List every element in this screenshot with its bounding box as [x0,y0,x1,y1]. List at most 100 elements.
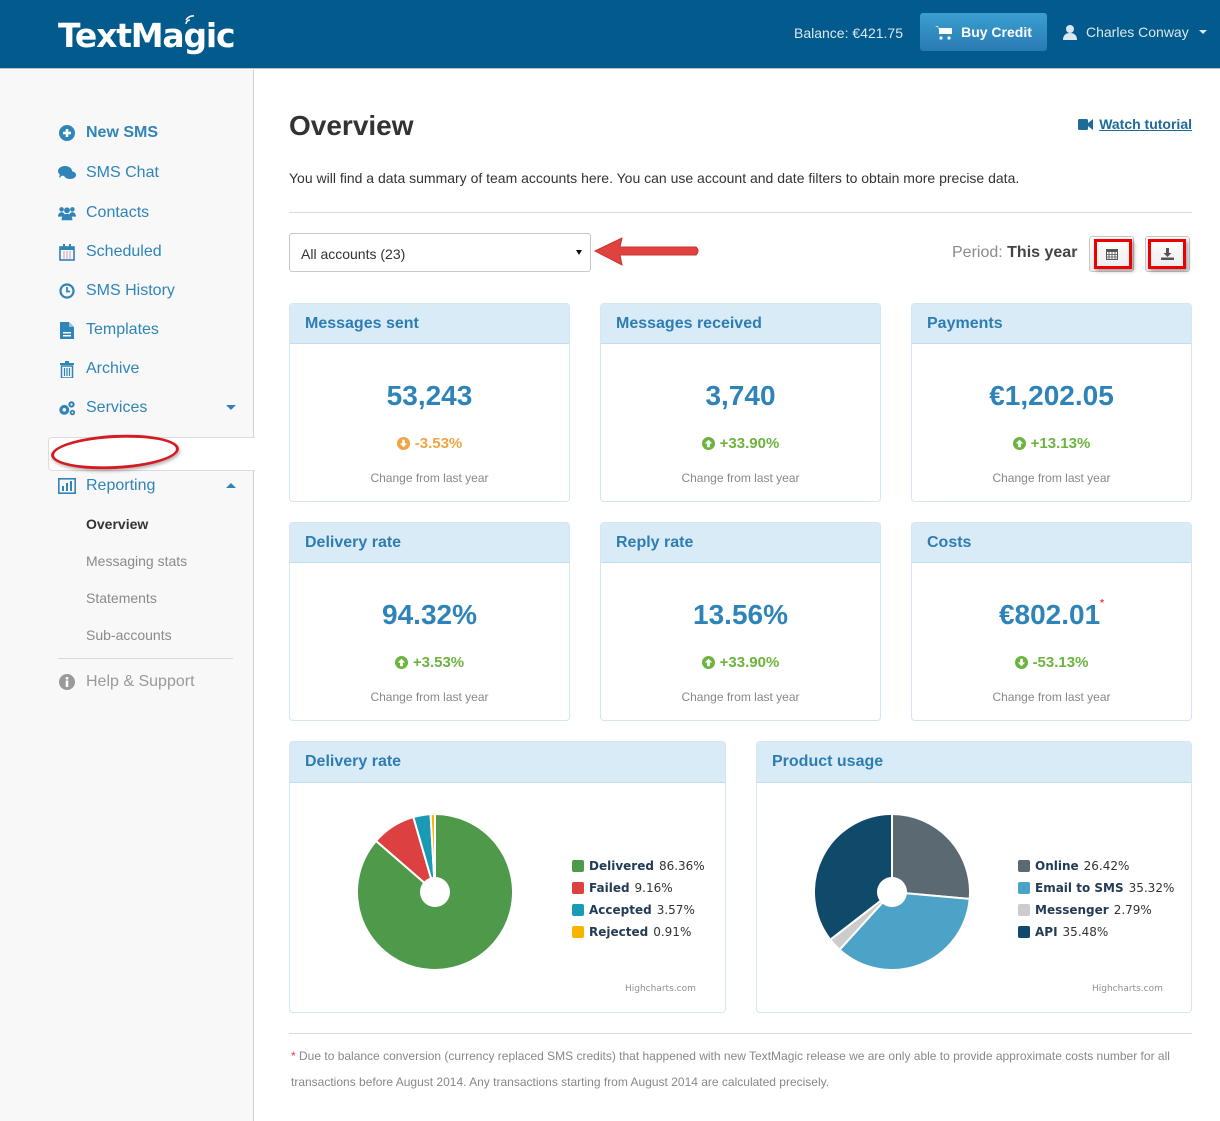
card-change-value: +33.90% [719,654,780,671]
card-title: Costs [912,523,1191,563]
legend-item[interactable]: Failed 9.16% [572,877,705,899]
sidebar-subitem-sub-accounts[interactable]: Sub-accounts [86,627,172,643]
page-title: Overview [289,110,414,141]
sidebar-item-label: Templates [86,321,159,338]
calendar-icon [58,243,76,261]
sidebar-item-label: Archive [86,360,140,377]
sidebar-subitem-overview[interactable]: Overview [86,516,148,532]
legend-swatch [572,860,584,872]
user-name: Charles Conway [1086,24,1189,40]
divider [289,1033,1192,1034]
users-icon [58,204,76,222]
sidebar-item-reporting[interactable]: Reporting [58,474,240,498]
legend-label: Rejected [589,925,649,939]
card-change-value: +13.13% [1030,435,1091,452]
legend-item[interactable]: Online 26.42% [1018,855,1174,877]
sidebar-subitem-messaging-stats[interactable]: Messaging stats [86,553,187,569]
clock-icon [58,282,76,300]
divider [289,212,1192,213]
user-menu[interactable]: Charles Conway [1062,24,1207,40]
bar-chart-icon [58,477,76,495]
stat-card-messages-received: Messages received 3,740 +33.90% Change f… [600,303,881,502]
chevron-up-icon [226,483,236,488]
sidebar-item-scheduled[interactable]: Scheduled [58,240,240,264]
sidebar-item-label: New SMS [86,124,159,141]
chart-credits[interactable]: Highcharts.com [1092,984,1163,994]
card-footer: Change from last year [992,690,1111,704]
card-footer: Change from last year [370,690,489,704]
card-change: +33.90% [601,435,880,452]
legend-item[interactable]: Accepted 3.57% [572,899,705,921]
legend-item[interactable]: Rejected 0.91% [572,921,705,943]
sidebar-item-templates[interactable]: Templates [58,318,240,342]
sidebar-item-sms-history[interactable]: SMS History [58,279,240,303]
sidebar-item-label: Scheduled [86,243,162,260]
arrow-up-circle-icon [394,656,408,669]
sidebar-item-contacts[interactable]: Contacts [58,201,240,225]
stat-card-delivery-rate: Delivery rate 94.32% +3.53% Change from … [289,522,570,721]
arrow-down-circle-icon [396,437,410,450]
sidebar-item-new-sms[interactable]: New SMS [58,121,240,145]
account-select[interactable]: All accounts (23) [289,233,591,272]
legend-label: Accepted [589,903,652,917]
arrow-annotation [593,237,699,266]
sidebar-item-services[interactable]: Services [58,396,240,420]
watch-tutorial-link[interactable]: Watch tutorial [1078,116,1192,132]
card-value: €1,202.05 [989,380,1114,411]
sidebar-item-label: SMS History [86,282,175,299]
legend-label: Messenger [1035,903,1109,917]
balance: Balance: €421.75 [794,25,903,41]
sidebar-item-archive[interactable]: Archive [58,357,240,381]
legend-item[interactable]: Messenger 2.79% [1018,899,1174,921]
sidebar-item-help[interactable]: Help & Support [58,670,240,694]
stat-card-payments: Payments €1,202.05 +13.13% Change from l… [911,303,1192,502]
buy-credit-label: Buy Credit [961,24,1032,40]
file-icon [58,321,76,339]
video-camera-icon [1078,118,1094,130]
buy-credit-button[interactable]: Buy Credit [920,13,1047,51]
card-change: -53.13% [912,654,1191,671]
arrow-up-circle-icon [1012,437,1026,450]
sidebar-item-label: Help & Support [86,673,195,690]
legend-label: Online [1035,859,1079,873]
logo[interactable]: TextMagic [58,16,236,55]
delivery-rate-legend: Delivered 86.36% Failed 9.16% Accepted 3.57… [572,855,705,943]
sidebar-item-sms-chat[interactable]: SMS Chat [58,161,240,185]
card-title: Payments [912,304,1191,344]
stat-card-costs: Costs €802.01* -53.13% Change from last … [911,522,1192,721]
card-value-wrap: €802.01* [912,598,1191,631]
product-usage-legend: Online 26.42% Email to SMS 35.32% Messenge… [1018,855,1174,943]
watch-tutorial-label: Watch tutorial [1099,116,1192,132]
legend-swatch [572,882,584,894]
legend-item[interactable]: API 35.48% [1018,921,1174,943]
legend-value: 9.16% [634,881,673,895]
footnote: * Due to balance conversion (currency re… [291,1043,1171,1095]
sidebar-item-label: Services [86,399,148,416]
chart-credits[interactable]: Highcharts.com [625,984,696,994]
user-icon [1063,25,1077,40]
card-change: -3.53% [290,435,569,452]
sidebar-item-label: SMS Chat [86,164,159,181]
card-change: +3.53% [290,654,569,671]
period-display: Period: This year [952,244,1077,262]
card-footer: Change from last year [370,471,489,485]
cart-icon [935,25,953,40]
legend-label: API [1035,925,1058,939]
pie-center-hole [420,877,450,907]
card-value: 94.32% [382,599,477,630]
sidebar-subitem-statements[interactable]: Statements [86,590,157,606]
legend-item[interactable]: Email to SMS 35.32% [1018,877,1174,899]
chart-title: Product usage [757,742,1191,783]
legend-swatch [1018,926,1030,938]
legend-value: 2.79% [1113,903,1152,917]
legend-label: Failed [589,881,630,895]
card-change: +33.90% [601,654,880,671]
dropdown-arrow-icon [576,250,582,255]
legend-value: 0.91% [653,925,692,939]
legend-label: Delivered [589,859,654,873]
trash-icon [58,360,76,378]
card-change-value: +33.90% [719,435,780,452]
card-change-value: +3.53% [412,654,465,671]
legend-item[interactable]: Delivered 86.36% [572,855,705,877]
card-title: Messages sent [290,304,569,344]
